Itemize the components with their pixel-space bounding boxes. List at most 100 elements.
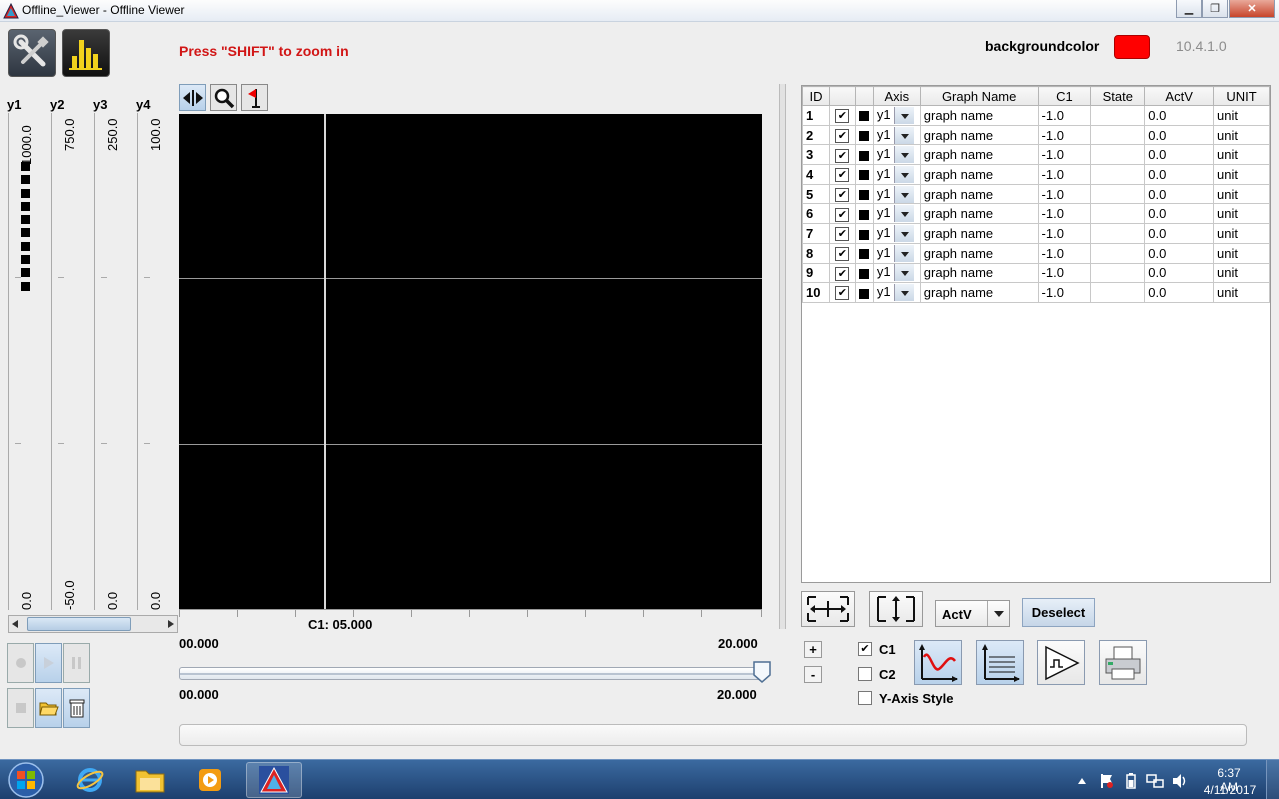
- close-button[interactable]: ✕: [1229, 0, 1275, 18]
- c2-checkbox[interactable]: [858, 667, 872, 681]
- restore-button[interactable]: ❐: [1202, 0, 1228, 18]
- visible-checkbox[interactable]: ✔: [835, 246, 850, 261]
- axis-cell[interactable]: y1: [872, 183, 921, 205]
- stop-button[interactable]: [7, 688, 34, 728]
- table-row[interactable]: 10 ✔ y1 graph name -1.0 0.0 unit: [802, 282, 1270, 303]
- color-cell[interactable]: [854, 223, 874, 244]
- scroll-right-icon[interactable]: [168, 620, 174, 628]
- series-color-swatch[interactable]: [859, 209, 870, 220]
- axis-cell[interactable]: y1: [872, 203, 921, 225]
- curve-mode-button[interactable]: [914, 640, 962, 685]
- column-header-graph-name[interactable]: Graph Name: [919, 86, 1039, 106]
- record-button[interactable]: [7, 643, 34, 683]
- volume-icon[interactable]: [1172, 773, 1188, 789]
- series-color-swatch[interactable]: [859, 288, 870, 299]
- visible-cell[interactable]: ✔: [828, 242, 856, 264]
- visible-cell[interactable]: ✔: [828, 183, 856, 205]
- chevron-down-icon[interactable]: [894, 185, 915, 203]
- table-row[interactable]: 4 ✔ y1 graph name -1.0 0.0 unit: [802, 164, 1270, 185]
- series-color-swatch[interactable]: [859, 249, 870, 260]
- show-desktop-button[interactable]: [1266, 760, 1279, 799]
- deselect-button[interactable]: Deselect: [1022, 598, 1095, 627]
- play-button[interactable]: [35, 643, 62, 683]
- column-header-unit[interactable]: UNIT: [1213, 86, 1270, 106]
- slider-knob[interactable]: [753, 661, 771, 683]
- column-header-color[interactable]: [854, 86, 874, 106]
- network-icon[interactable]: [1146, 773, 1164, 789]
- value-column-select[interactable]: ActV: [935, 600, 1010, 627]
- visible-cell[interactable]: ✔: [828, 124, 856, 146]
- chevron-down-icon[interactable]: [894, 225, 915, 242]
- taskbar-internet-explorer[interactable]: [62, 762, 118, 798]
- color-cell[interactable]: [854, 183, 874, 205]
- chevron-down-icon[interactable]: [894, 146, 915, 164]
- add-graph-button[interactable]: +: [804, 641, 822, 658]
- open-file-button[interactable]: [35, 688, 62, 728]
- column-header-axis[interactable]: Axis: [872, 86, 921, 106]
- graph-name-cell[interactable]: graph name: [919, 242, 1039, 264]
- color-cell[interactable]: [854, 105, 874, 126]
- table-row[interactable]: 2 ✔ y1 graph name -1.0 0.0 unit: [802, 124, 1270, 146]
- color-cell[interactable]: [854, 203, 874, 225]
- column-header-id[interactable]: ID: [802, 86, 830, 106]
- axis-cell[interactable]: y1: [872, 164, 921, 185]
- axis-cell[interactable]: y1: [872, 262, 921, 284]
- visible-cell[interactable]: ✔: [828, 282, 856, 303]
- color-cell[interactable]: [854, 242, 874, 264]
- axis-cell[interactable]: y1: [872, 105, 921, 126]
- color-cell[interactable]: [854, 164, 874, 185]
- remove-graph-button[interactable]: -: [804, 666, 822, 683]
- column-header-c1[interactable]: C1: [1037, 86, 1092, 106]
- graph-name-cell[interactable]: graph name: [919, 183, 1039, 205]
- visible-cell[interactable]: ✔: [828, 105, 856, 126]
- visible-cell[interactable]: ✔: [828, 203, 856, 225]
- graph-name-cell[interactable]: graph name: [919, 144, 1039, 166]
- y3-axis-scale[interactable]: 250.0 0.0: [94, 113, 124, 610]
- marker-tool-button[interactable]: [241, 84, 268, 111]
- y-axis-style-checkbox[interactable]: [858, 691, 872, 705]
- pause-button[interactable]: [63, 643, 90, 683]
- chevron-down-icon[interactable]: [894, 106, 915, 124]
- table-row[interactable]: 7 ✔ y1 graph name -1.0 0.0 unit: [802, 223, 1270, 244]
- print-button[interactable]: [1099, 640, 1147, 685]
- graph-name-cell[interactable]: graph name: [919, 105, 1039, 126]
- taskbar-media-player[interactable]: [182, 762, 238, 798]
- trigger-mode-button[interactable]: [1037, 640, 1085, 685]
- axis-cell[interactable]: y1: [872, 223, 921, 244]
- visible-cell[interactable]: ✔: [828, 262, 856, 284]
- slider-track[interactable]: [179, 667, 762, 680]
- multi-axis-mode-button[interactable]: [976, 640, 1024, 685]
- series-color-swatch[interactable]: [859, 190, 870, 201]
- visible-checkbox[interactable]: ✔: [835, 266, 850, 281]
- series-color-swatch[interactable]: [859, 131, 870, 142]
- battery-icon[interactable]: [1126, 773, 1136, 789]
- panel-splitter[interactable]: [779, 84, 786, 629]
- axis-cell[interactable]: y1: [872, 144, 921, 166]
- visible-cell[interactable]: ✔: [828, 223, 856, 244]
- graph-name-cell[interactable]: graph name: [919, 164, 1039, 185]
- table-row[interactable]: 3 ✔ y1 graph name -1.0 0.0 unit: [802, 144, 1270, 166]
- delete-button[interactable]: [63, 688, 90, 728]
- axis-horizontal-scrollbar[interactable]: [8, 615, 178, 633]
- pan-tool-button[interactable]: [179, 84, 206, 111]
- table-row[interactable]: 8 ✔ y1 graph name -1.0 0.0 unit: [802, 242, 1270, 264]
- chevron-down-icon[interactable]: [894, 165, 915, 183]
- plot-canvas[interactable]: [179, 114, 762, 610]
- series-color-swatch[interactable]: [859, 229, 870, 240]
- action-center-flag-icon[interactable]: [1100, 773, 1114, 789]
- cursor-c1-line[interactable]: [324, 114, 326, 610]
- chevron-down-icon[interactable]: [894, 284, 915, 302]
- chart-view-button[interactable]: [62, 29, 110, 77]
- scrollbar-thumb[interactable]: [27, 617, 131, 631]
- y4-axis-scale[interactable]: 100.0 0.0: [137, 113, 167, 610]
- axis-cell[interactable]: y1: [872, 242, 921, 264]
- graph-name-cell[interactable]: graph name: [919, 124, 1039, 146]
- visible-checkbox[interactable]: ✔: [835, 207, 850, 222]
- series-color-swatch[interactable]: [859, 111, 870, 122]
- column-header-state[interactable]: State: [1090, 86, 1146, 106]
- chevron-down-icon[interactable]: [894, 126, 915, 144]
- settings-button[interactable]: [8, 29, 56, 77]
- table-row[interactable]: 9 ✔ y1 graph name -1.0 0.0 unit: [802, 262, 1270, 284]
- visible-checkbox[interactable]: ✔: [835, 227, 850, 242]
- series-color-swatch[interactable]: [859, 150, 870, 161]
